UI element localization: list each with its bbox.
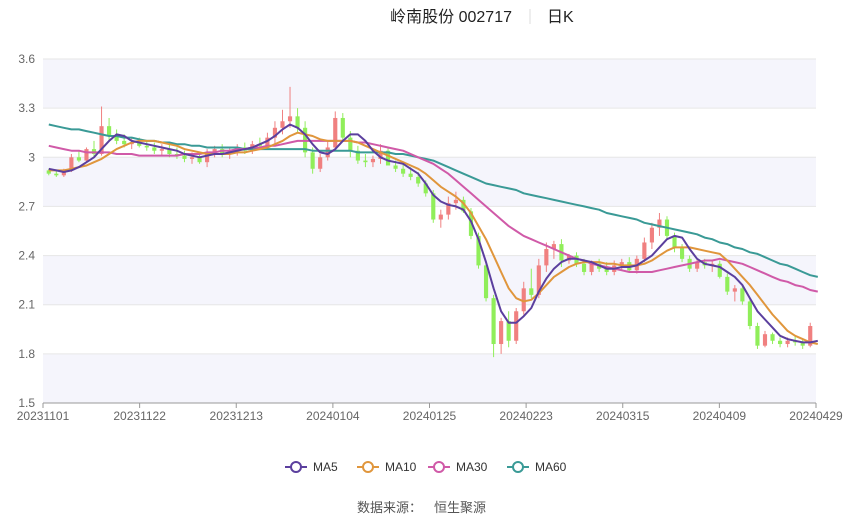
- x-axis: 20231101 20231122 20231213 20240104 20240125…: [17, 402, 843, 423]
- candle-body: [370, 158, 376, 163]
- source-label: 数据来源：: [357, 500, 422, 515]
- candle-body: [491, 298, 496, 345]
- candle-body: [649, 227, 654, 243]
- y-tick-label: 3: [28, 150, 35, 164]
- candle-body: [725, 276, 730, 292]
- candle-body: [401, 168, 406, 174]
- candle-body: [393, 165, 398, 169]
- y-axis: 3.6 3.3 3 2.7 2.4 2.1 1.8 1.5: [18, 52, 35, 410]
- candle-body: [642, 242, 647, 259]
- legend-item-ma10[interactable]: MA10: [357, 460, 417, 474]
- candle-body: [107, 126, 112, 136]
- background-band: [43, 353, 816, 403]
- candle-body: [778, 340, 783, 345]
- candle-body: [529, 288, 534, 295]
- x-tick-label: 20240315: [596, 409, 650, 423]
- candles: [46, 86, 813, 358]
- y-tick-label: 1.8: [18, 347, 35, 361]
- candle-body: [84, 149, 89, 161]
- candle-body: [544, 249, 549, 266]
- legend-label: MA10: [385, 460, 417, 474]
- candle-body: [280, 121, 285, 128]
- x-tick-label: 20240223: [499, 409, 553, 423]
- y-tick-label: 3.6: [18, 52, 35, 66]
- candle-body: [182, 155, 187, 159]
- legend-marker: [433, 461, 445, 473]
- candle-body: [438, 214, 443, 220]
- candle-body: [54, 173, 59, 176]
- candle-body: [762, 334, 768, 346]
- chart-subtitle: 日K: [547, 9, 574, 26]
- x-tick-label: 20240104: [306, 409, 360, 423]
- candle-body: [453, 199, 458, 204]
- legend-label: MA30: [456, 460, 488, 474]
- legend-label: MA60: [535, 460, 567, 474]
- y-tick-label: 1.5: [18, 396, 35, 410]
- candle-body: [189, 157, 195, 159]
- chart-title: 岭南股份 002717: [390, 8, 512, 26]
- candle-body: [287, 116, 293, 122]
- candle-body: [747, 301, 752, 327]
- candle-body: [499, 321, 504, 345]
- candle-body: [581, 263, 587, 272]
- chart-header: 岭南股份 002717 日K: [390, 8, 574, 26]
- candle-body: [506, 321, 511, 341]
- candle-body: [363, 160, 368, 163]
- x-tick-label: 20231122: [113, 409, 166, 423]
- candle-body: [672, 235, 677, 248]
- candle-body: [340, 117, 345, 138]
- x-tick-label: 20240409: [693, 409, 747, 423]
- data-source: 数据来源： 恒生聚源: [357, 500, 486, 515]
- candle-body: [348, 137, 353, 151]
- candle-body: [159, 149, 164, 151]
- y-tick-label: 3.3: [18, 101, 35, 115]
- legend-item-ma60[interactable]: MA60: [507, 460, 567, 474]
- legend-marker: [512, 461, 524, 473]
- candle-body: [514, 311, 519, 341]
- candle-body: [152, 147, 157, 151]
- candle-body: [740, 288, 745, 302]
- candle-body: [333, 117, 338, 148]
- candle-body: [416, 176, 421, 184]
- candle-body: [770, 334, 775, 341]
- x-tick-label: 20231101: [17, 409, 70, 423]
- legend-item-ma30[interactable]: MA30: [428, 460, 488, 474]
- candle-body: [76, 157, 81, 161]
- candle-body: [144, 145, 149, 148]
- x-tick-label: 20231213: [210, 409, 264, 423]
- y-tick-label: 2.1: [18, 298, 35, 312]
- candle-body: [122, 140, 127, 145]
- y-tick-label: 2.7: [18, 199, 35, 213]
- candle-body: [732, 288, 737, 292]
- legend-label: MA5: [313, 460, 338, 474]
- source-name: 恒生聚源: [434, 500, 486, 515]
- candle-body: [679, 247, 685, 259]
- candle-body: [318, 157, 323, 169]
- x-tick-label: 20240429: [789, 409, 843, 423]
- background-band: [43, 157, 816, 207]
- legend[interactable]: MA5 MA10 MA30 MA60: [285, 460, 567, 474]
- legend-item-ma5[interactable]: MA5: [285, 460, 338, 474]
- gridlines: [43, 58, 816, 404]
- candle-body: [755, 326, 760, 346]
- x-tick-label: 20240125: [403, 409, 457, 423]
- y-tick-label: 2.4: [18, 249, 35, 263]
- candlestick-chart: 3.63.332.72.42.11.81.5 20231101 20231122 2…: [17, 8, 843, 515]
- candle-body: [310, 152, 315, 169]
- background-band: [43, 255, 816, 305]
- candle-body: [785, 340, 790, 345]
- legend-marker: [290, 461, 302, 473]
- background-bands: [43, 59, 816, 403]
- background-band: [43, 59, 816, 109]
- legend-marker: [362, 461, 374, 473]
- candle-body: [408, 173, 413, 177]
